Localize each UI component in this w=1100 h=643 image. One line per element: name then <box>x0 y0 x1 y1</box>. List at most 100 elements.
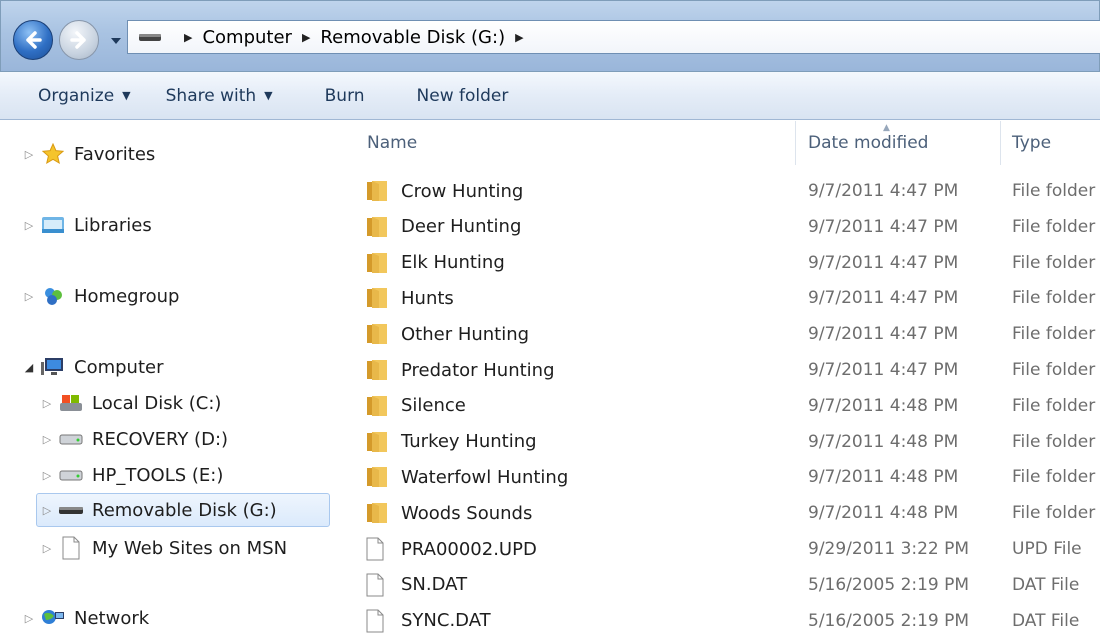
folder-icon <box>365 322 389 346</box>
column-label: Date modified <box>808 133 929 153</box>
removable-drive-icon <box>139 34 161 41</box>
file-row[interactable]: Elk Hunting 9/7/2011 4:47 PM File folder <box>345 245 1100 281</box>
local-disk-icon <box>58 392 84 414</box>
file-name-cell: Crow Hunting <box>365 179 523 203</box>
file-name-cell: PRA00002.UPD <box>365 537 537 561</box>
file-row[interactable]: SYNC.DAT 5/16/2005 2:19 PM DAT File <box>345 603 1100 639</box>
file-list: ▲ Name Date modified Type Crow Hunting 9/… <box>345 121 1100 643</box>
expand-triangle-icon[interactable]: ▷ <box>40 542 54 555</box>
nav-label: Network <box>74 607 150 629</box>
folder-icon <box>365 430 389 454</box>
file-type: File folder <box>1012 252 1096 273</box>
file-name-cell: Waterfowl Hunting <box>365 465 568 489</box>
nav-label: HP_TOOLS (E:) <box>92 464 224 486</box>
nav-label: My Web Sites on MSN <box>92 537 288 559</box>
file-row[interactable]: Hunts 9/7/2011 4:47 PM File folder <box>345 280 1100 316</box>
expand-triangle-icon[interactable]: ▷ <box>40 397 54 410</box>
expand-triangle-icon[interactable]: ▷ <box>40 504 54 517</box>
file-row[interactable]: Other Hunting 9/7/2011 4:47 PM File folder <box>345 316 1100 352</box>
file-row[interactable]: Woods Sounds 9/7/2011 4:48 PM File folder <box>345 495 1100 531</box>
file-row[interactable]: Silence 9/7/2011 4:48 PM File folder <box>345 388 1100 424</box>
chevron-down-icon <box>111 38 121 44</box>
back-button[interactable] <box>13 20 53 60</box>
nav-network[interactable]: ▷ Network <box>22 601 149 635</box>
nav-recovery-d[interactable]: ▷ RECOVERY (D:) <box>40 422 228 456</box>
file-row[interactable]: Deer Hunting 9/7/2011 4:47 PM File folder <box>345 209 1100 245</box>
file-date-modified: 9/7/2011 4:48 PM <box>808 431 959 452</box>
file-date-modified: 9/7/2011 4:47 PM <box>808 360 959 380</box>
breadcrumb-separator-icon[interactable]: ▶ <box>515 31 523 44</box>
file-type: File folder <box>1012 431 1096 452</box>
folder-icon <box>365 215 389 239</box>
nav-removable-disk-g[interactable]: ▷ Removable Disk (G:) <box>36 493 330 527</box>
removable-drive-icon <box>58 499 84 521</box>
expand-triangle-icon[interactable]: ▷ <box>22 612 36 625</box>
file-name-cell: SN.DAT <box>365 573 467 597</box>
column-header-type[interactable]: Type <box>1012 121 1051 165</box>
column-header-date-modified[interactable]: Date modified <box>808 121 928 165</box>
nav-label: Computer <box>74 356 164 378</box>
file-type: DAT File <box>1012 610 1080 631</box>
file-row[interactable]: PRA00002.UPD 9/29/2011 3:22 PM UPD File <box>345 531 1100 567</box>
folder-icon <box>365 501 389 525</box>
libraries-icon <box>40 214 66 236</box>
file-row[interactable]: SN.DAT 5/16/2005 2:19 PM DAT File <box>345 567 1100 603</box>
address-box[interactable]: ▶ Computer ▶ Removable Disk (G:) ▶ <box>127 20 1100 54</box>
expand-triangle-icon[interactable]: ▷ <box>22 290 36 303</box>
expand-triangle-icon[interactable]: ▷ <box>40 433 54 446</box>
file-name: Woods Sounds <box>401 502 533 524</box>
back-arrow-icon <box>26 31 42 49</box>
breadcrumb-removable-disk[interactable]: Removable Disk (G:) <box>320 27 505 48</box>
nav-my-web-sites[interactable]: ▷ My Web Sites on MSN <box>40 531 287 565</box>
file-name-cell: Other Hunting <box>365 322 529 346</box>
nav-label: RECOVERY (D:) <box>92 428 229 450</box>
breadcrumb-computer[interactable]: Computer <box>202 27 291 48</box>
column-divider[interactable] <box>795 121 796 165</box>
file-type: File folder <box>1012 216 1096 237</box>
column-header-name[interactable]: Name <box>367 121 417 165</box>
file-date-modified: 9/29/2011 3:22 PM <box>808 539 970 559</box>
file-type: File folder <box>1012 395 1096 416</box>
file-row[interactable]: Predator Hunting 9/7/2011 4:47 PM File fol… <box>345 352 1100 388</box>
file-name: Hunts <box>401 287 454 309</box>
file-row[interactable]: Crow Hunting 9/7/2011 4:47 PM File folder <box>345 173 1100 209</box>
share-with-button[interactable]: Share with ▼ <box>166 86 273 106</box>
file-name: Deer Hunting <box>401 216 522 238</box>
file-row[interactable]: Turkey Hunting 9/7/2011 4:48 PM File folde… <box>345 424 1100 460</box>
column-divider[interactable] <box>1000 121 1001 165</box>
expand-triangle-icon[interactable]: ▷ <box>40 469 54 482</box>
file-date-modified: 5/16/2005 2:19 PM <box>808 574 970 595</box>
file-row[interactable]: Waterfowl Hunting 9/7/2011 4:48 PM File fo… <box>345 459 1100 495</box>
nav-homegroup[interactable]: ▷ Homegroup <box>22 279 180 313</box>
file-name-cell: Elk Hunting <box>365 251 505 275</box>
expand-triangle-icon[interactable]: ▷ <box>22 148 36 161</box>
nav-computer[interactable]: ◢ Computer <box>22 350 164 384</box>
computer-icon <box>40 356 66 378</box>
file-date-modified: 9/7/2011 4:48 PM <box>808 395 959 416</box>
nav-local-disk-c[interactable]: ▷ Local Disk (C:) <box>40 386 222 420</box>
navigation-pane: ▷ Favorites ▷ Libraries ▷ Homegroup ◢ Co… <box>0 121 345 643</box>
new-folder-button[interactable]: New folder <box>417 86 509 106</box>
burn-label: Burn <box>324 85 365 106</box>
file-name: Elk Hunting <box>401 252 505 274</box>
folder-icon <box>365 286 389 310</box>
nav-favorites[interactable]: ▷ Favorites <box>22 137 155 171</box>
nav-hp-tools-e[interactable]: ▷ HP_TOOLS (E:) <box>40 458 224 492</box>
file-type: UPD File <box>1012 539 1082 559</box>
expand-triangle-icon[interactable]: ▷ <box>22 219 36 232</box>
chevron-down-icon: ▼ <box>264 89 273 102</box>
hard-drive-icon <box>58 428 84 450</box>
organize-button[interactable]: Organize ▼ <box>38 86 131 106</box>
file-type: File folder <box>1012 503 1096 524</box>
nav-libraries[interactable]: ▷ Libraries <box>22 208 152 242</box>
file-type: DAT File <box>1012 574 1080 595</box>
breadcrumb-separator-icon[interactable]: ▶ <box>302 31 310 44</box>
column-label: Name <box>367 133 418 153</box>
recent-pages-dropdown[interactable] <box>106 31 126 51</box>
file-name: Waterfowl Hunting <box>401 466 569 488</box>
nav-label: Removable Disk (G:) <box>92 499 277 521</box>
burn-button[interactable]: Burn <box>325 86 365 106</box>
collapse-triangle-icon[interactable]: ◢ <box>22 361 36 374</box>
breadcrumb-separator-icon[interactable]: ▶ <box>184 31 192 44</box>
forward-button[interactable] <box>59 20 99 60</box>
